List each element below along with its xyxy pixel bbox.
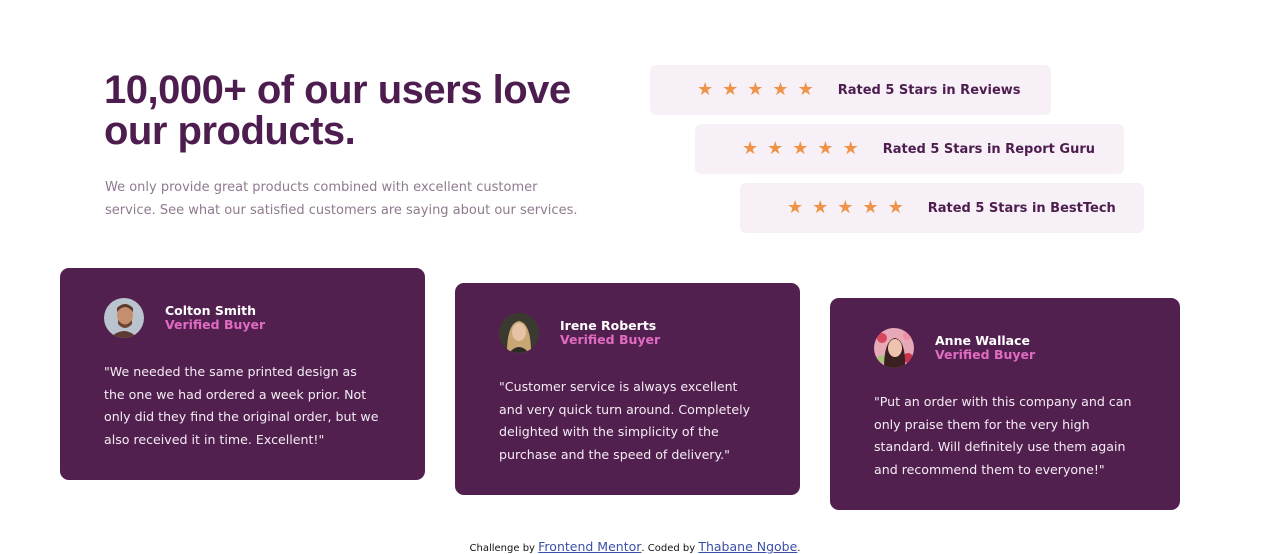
verified-badge: Verified Buyer bbox=[935, 347, 1036, 362]
star-rating: ★ ★ ★ ★ ★ bbox=[697, 81, 814, 99]
star-icon: ★ bbox=[842, 138, 859, 159]
attribution-prefix: Challenge by bbox=[469, 543, 535, 554]
star-icon: ★ bbox=[767, 138, 784, 159]
avatar-icon bbox=[874, 328, 914, 368]
rating-label: Rated 5 Stars in Report Guru bbox=[882, 141, 1095, 157]
testimonial-card-colton: Colton Smith Verified Buyer "We needed t… bbox=[60, 268, 425, 480]
rating-label: Rated 5 Stars in Reviews bbox=[837, 82, 1021, 98]
testimonial-quote: "Customer service is always excellent an… bbox=[499, 379, 751, 462]
verified-badge: Verified Buyer bbox=[165, 317, 266, 332]
testimonial-card-anne: Anne Wallace Verified Buyer "Put an orde… bbox=[830, 298, 1180, 510]
star-icon: ★ bbox=[887, 197, 904, 218]
avatar-icon bbox=[499, 313, 539, 353]
star-icon: ★ bbox=[862, 197, 879, 218]
star-icon: ★ bbox=[817, 138, 834, 159]
star-icon: ★ bbox=[772, 79, 789, 100]
star-icon: ★ bbox=[742, 138, 759, 159]
intro-text: We only provide great products combined … bbox=[105, 180, 578, 218]
attribution: Challenge by Frontend Mentor. Coded by T… bbox=[0, 539, 1270, 554]
page-title: 10,000+ of our users love our products. bbox=[104, 68, 571, 153]
attribution-coded-by: . Coded by bbox=[641, 543, 696, 554]
reviewer-name: Irene Roberts bbox=[560, 318, 657, 333]
avatar-icon bbox=[104, 298, 144, 338]
testimonial-card-irene: Irene Roberts Verified Buyer "Customer s… bbox=[455, 283, 800, 495]
star-icon: ★ bbox=[797, 79, 814, 100]
attribution-suffix: . bbox=[797, 543, 801, 554]
star-rating: ★ ★ ★ ★ ★ bbox=[787, 199, 904, 217]
rating-report-guru: ★ ★ ★ ★ ★ Rated 5 Stars in Report Guru bbox=[695, 124, 1124, 174]
star-icon: ★ bbox=[787, 197, 804, 218]
star-icon: ★ bbox=[697, 79, 714, 100]
verified-badge: Verified Buyer bbox=[560, 332, 661, 347]
star-icon: ★ bbox=[722, 79, 739, 100]
star-rating: ★ ★ ★ ★ ★ bbox=[742, 140, 859, 158]
reviewer-name: Anne Wallace bbox=[935, 333, 1030, 348]
star-icon: ★ bbox=[837, 197, 854, 218]
reviewer-name: Colton Smith bbox=[165, 303, 257, 318]
testimonial-quote: "Put an order with this company and can … bbox=[874, 394, 1132, 477]
frontend-mentor-link[interactable]: Frontend Mentor bbox=[538, 539, 641, 554]
star-icon: ★ bbox=[747, 79, 764, 100]
rating-label: Rated 5 Stars in BestTech bbox=[927, 200, 1116, 216]
star-icon: ★ bbox=[792, 138, 809, 159]
rating-reviews: ★ ★ ★ ★ ★ Rated 5 Stars in Reviews bbox=[650, 65, 1051, 115]
author-link[interactable]: Thabane Ngobe bbox=[698, 539, 797, 554]
testimonial-quote: "We needed the same printed design as th… bbox=[104, 364, 379, 447]
star-icon: ★ bbox=[812, 197, 829, 218]
rating-besttech: ★ ★ ★ ★ ★ Rated 5 Stars in BestTech bbox=[740, 183, 1144, 233]
